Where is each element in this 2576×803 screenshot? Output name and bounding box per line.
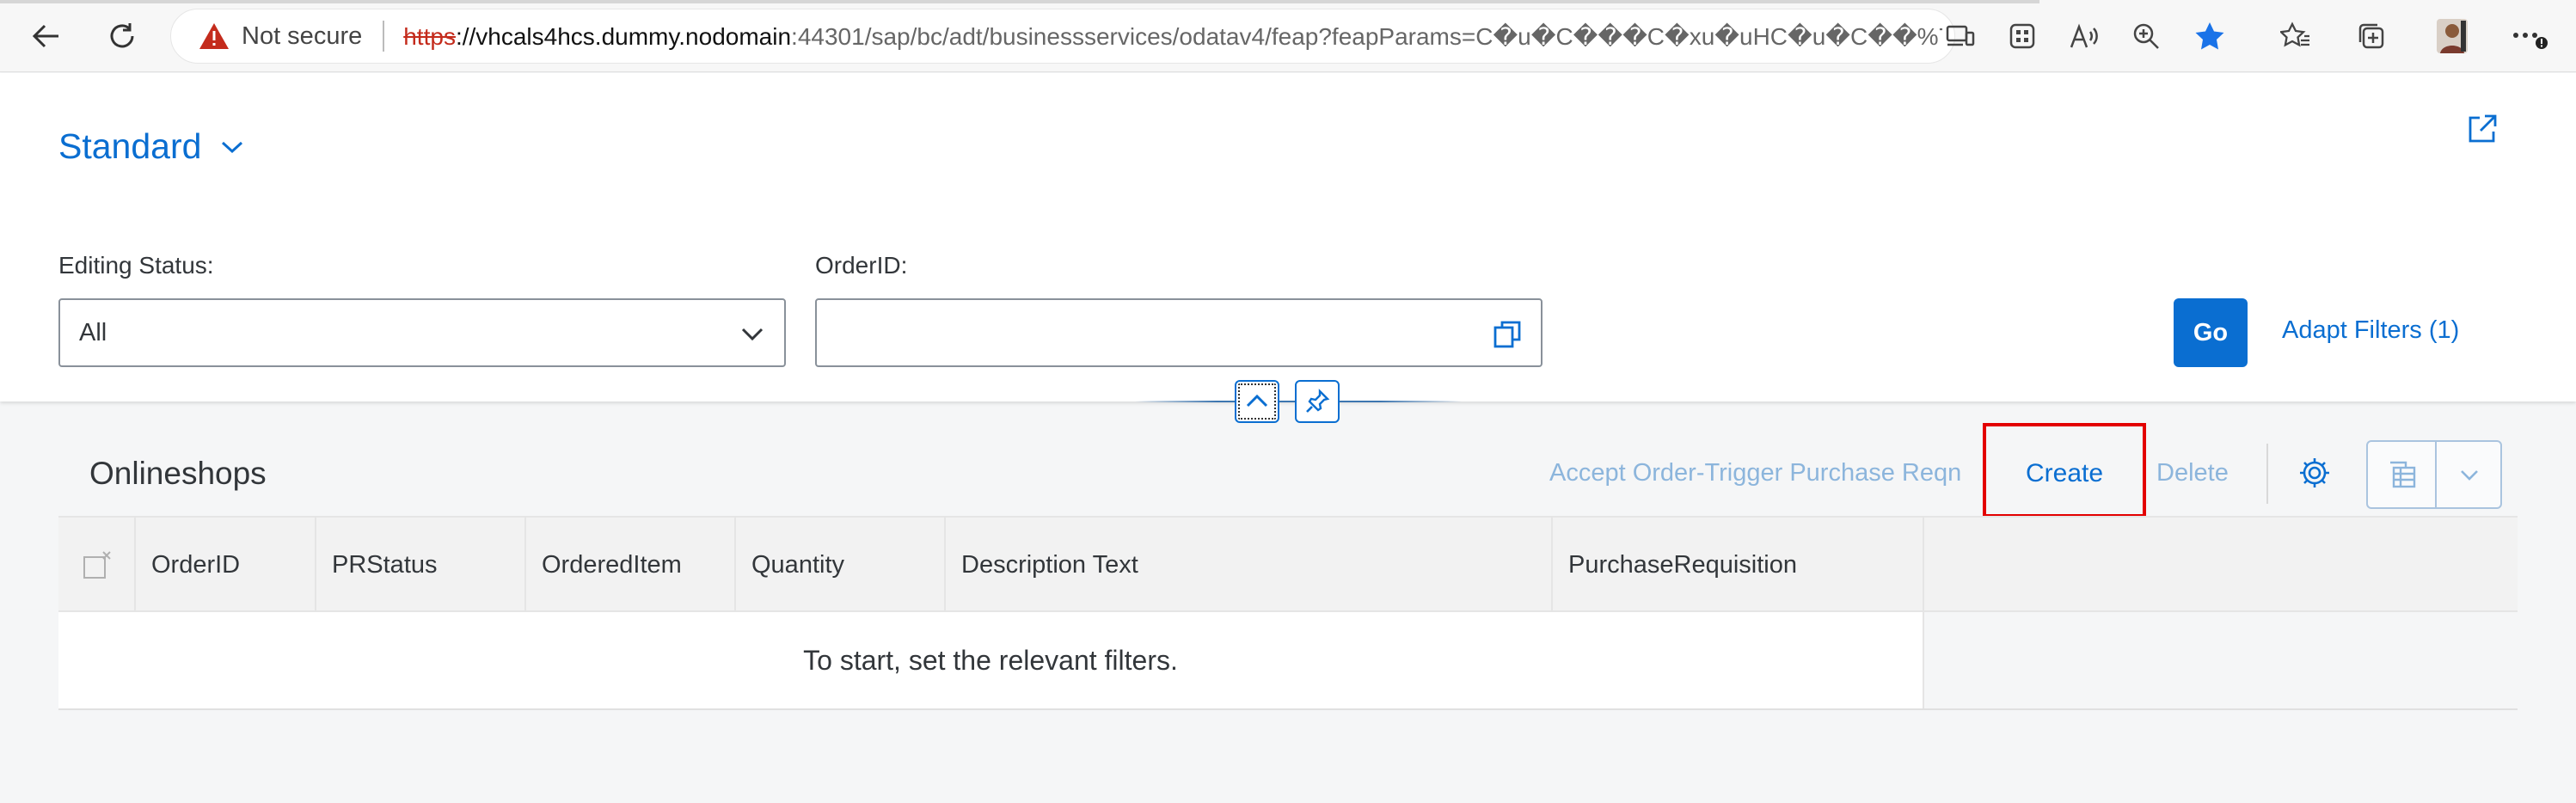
address-bar[interactable]: Not secure https://vhcals4hcs.dummy.nodo… bbox=[170, 9, 1955, 64]
collections-icon[interactable] bbox=[2352, 17, 2390, 55]
table-body: To start, set the relevant filters. bbox=[58, 612, 2518, 710]
split-divider bbox=[2435, 442, 2437, 507]
tab-strip-edge bbox=[0, 0, 2039, 3]
chevron-up-icon bbox=[1246, 394, 1268, 408]
no-data-message: To start, set the relevant filters. bbox=[58, 612, 1924, 708]
chevron-down-icon[interactable] bbox=[2459, 466, 2480, 483]
share-button[interactable] bbox=[2466, 113, 2499, 150]
column-header-purchaserequisition[interactable]: PurchaseRequisition bbox=[1553, 518, 1924, 612]
apps-grid-icon[interactable] bbox=[2003, 17, 2041, 55]
chevron-down-icon bbox=[741, 328, 764, 341]
column-header-orderid[interactable]: OrderID bbox=[136, 518, 316, 612]
chevron-down-icon bbox=[222, 141, 243, 153]
security-status[interactable]: Not secure bbox=[242, 22, 362, 51]
back-arrow-icon bbox=[32, 24, 58, 48]
select-all-checkbox[interactable] bbox=[58, 518, 136, 612]
warning-icon bbox=[199, 23, 229, 49]
filter-header: Standard Editing Status: All OrderID: Go… bbox=[0, 73, 2576, 402]
table-header-row: OrderID PRStatus OrderedItem Quantity De… bbox=[58, 516, 2518, 612]
column-header-ordereditem[interactable]: OrderedItem bbox=[526, 518, 736, 612]
go-button[interactable]: Go bbox=[2174, 298, 2248, 367]
url-scheme: https bbox=[403, 22, 456, 50]
zoom-icon[interactable] bbox=[2127, 17, 2165, 55]
favorite-star-icon[interactable] bbox=[2191, 17, 2229, 55]
adapt-filters-button[interactable]: Adapt Filters (1) bbox=[2282, 316, 2459, 345]
value-help-icon[interactable] bbox=[1493, 319, 1524, 350]
read-aloud-icon[interactable] bbox=[2065, 17, 2103, 55]
order-id-label: OrderID: bbox=[815, 252, 908, 279]
collapse-header-button[interactable] bbox=[1235, 380, 1279, 423]
delete-button[interactable]: Delete bbox=[2156, 459, 2229, 487]
back-button[interactable] bbox=[26, 15, 67, 57]
export-icon bbox=[2390, 461, 2416, 488]
table-settings-button[interactable] bbox=[2297, 456, 2332, 494]
gear-icon bbox=[2300, 458, 2329, 487]
order-id-input[interactable] bbox=[815, 298, 1543, 367]
clear-selection-icon bbox=[83, 551, 111, 579]
url-host: ://vhcals4hcs.dummy.nodomain bbox=[455, 22, 792, 50]
export-menu-button[interactable] bbox=[2366, 440, 2502, 509]
variant-selector[interactable]: Standard bbox=[58, 126, 244, 167]
editing-status-value: All bbox=[79, 318, 107, 346]
editing-status-select[interactable]: All bbox=[58, 298, 786, 367]
pin-icon bbox=[1306, 389, 1330, 413]
pin-header-button[interactable] bbox=[1295, 380, 1340, 423]
accept-order-button[interactable]: Accept Order-Trigger Purchase Reqn bbox=[1549, 459, 1961, 487]
app-available-icon[interactable] bbox=[1941, 17, 1979, 55]
address-separator bbox=[383, 21, 385, 52]
refresh-button[interactable] bbox=[101, 15, 143, 57]
column-header-quantity[interactable]: Quantity bbox=[736, 518, 946, 612]
url-path: :44301/sap/bc/adt/businessservices/odata… bbox=[791, 22, 1943, 50]
variant-name: Standard bbox=[58, 126, 202, 166]
more-menu-icon[interactable] bbox=[2511, 17, 2548, 55]
favorites-list-icon[interactable] bbox=[2277, 17, 2315, 55]
toolbar-separator bbox=[2266, 444, 2268, 504]
column-header-prstatus[interactable]: PRStatus bbox=[316, 518, 526, 612]
refresh-icon bbox=[110, 23, 134, 48]
avatar[interactable] bbox=[2432, 15, 2473, 57]
create-button[interactable]: Create bbox=[2026, 459, 2103, 488]
editing-status-label: Editing Status: bbox=[58, 252, 214, 279]
column-header-description[interactable]: Description Text bbox=[946, 518, 1553, 612]
share-icon bbox=[2469, 114, 2497, 143]
table-title: Onlineshops bbox=[89, 456, 267, 491]
browser-toolbar: Not secure https://vhcals4hcs.dummy.nodo… bbox=[0, 0, 2576, 72]
url-text[interactable]: https://vhcals4hcs.dummy.nodomain:44301/… bbox=[403, 22, 1942, 51]
